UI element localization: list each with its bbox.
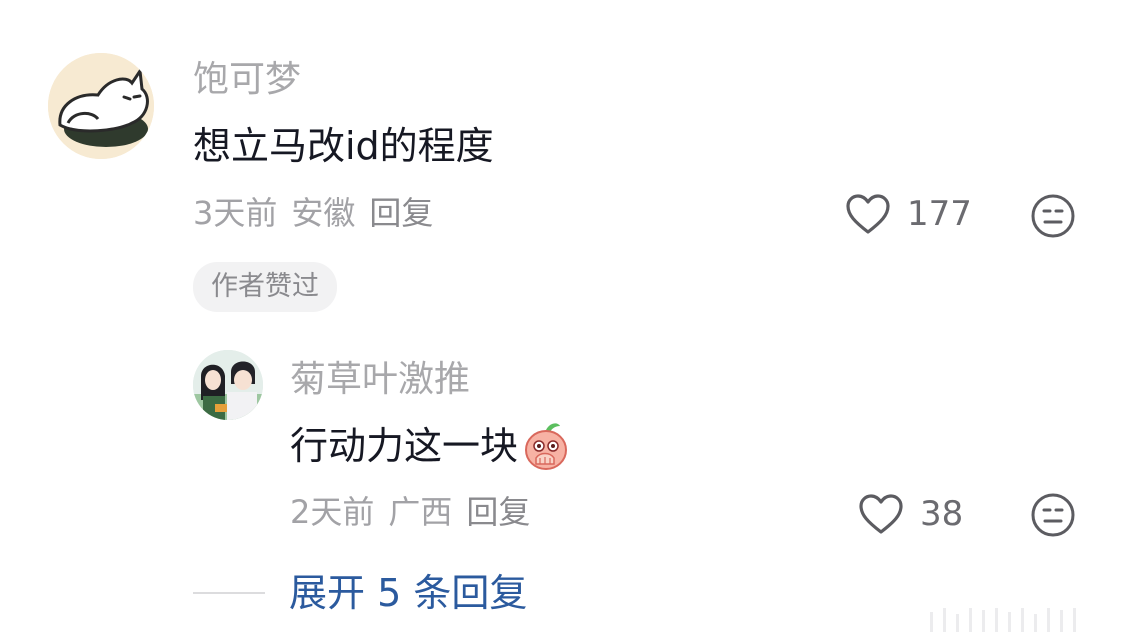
anime-duo-avatar-icon	[193, 350, 263, 420]
avatar[interactable]	[48, 53, 154, 159]
comment-username[interactable]: 饱可梦	[193, 60, 301, 100]
reply-dislike-button[interactable]	[1030, 492, 1076, 542]
comment-reply-button[interactable]: 回复	[369, 194, 433, 232]
meh-face-icon	[1031, 194, 1075, 238]
heart-icon	[859, 494, 903, 534]
reply-like-count: 38	[920, 494, 964, 534]
cat-avatar-icon	[48, 53, 154, 159]
watermark	[930, 604, 1115, 632]
comment-meta: 3天前 安徽 回复	[193, 194, 447, 232]
author-liked-badge: 作者赞过	[193, 262, 337, 312]
reply-location: 广西	[388, 493, 453, 531]
heart-icon	[846, 194, 890, 234]
comment-like-button[interactable]: 177	[845, 193, 972, 235]
peach-emoji-icon	[525, 423, 568, 470]
expand-replies-label[interactable]: 展开 5 条回复	[289, 571, 527, 615]
reply-text: 行动力这一块	[290, 424, 519, 468]
comment-like-count: 177	[907, 194, 972, 234]
reply-meta: 2天前 广西 回复	[290, 493, 544, 531]
reply-avatar[interactable]	[193, 350, 263, 420]
reply-like-button[interactable]: 38	[858, 493, 963, 535]
divider-line	[193, 592, 265, 594]
meh-face-icon	[1031, 493, 1075, 537]
reply-username[interactable]: 菊草叶激推	[290, 360, 470, 400]
reply-time: 2天前	[290, 493, 375, 531]
reply-text-row: 行动力这一块	[290, 420, 572, 472]
comment-dislike-button[interactable]	[1030, 193, 1076, 243]
comment-time: 3天前	[193, 194, 278, 232]
expand-replies-button[interactable]: 展开 5 条回复	[193, 571, 527, 615]
comment-text: 想立马改id的程度	[193, 124, 494, 168]
comment-location: 安徽	[291, 194, 356, 232]
reply-reply-button[interactable]: 回复	[466, 493, 530, 531]
